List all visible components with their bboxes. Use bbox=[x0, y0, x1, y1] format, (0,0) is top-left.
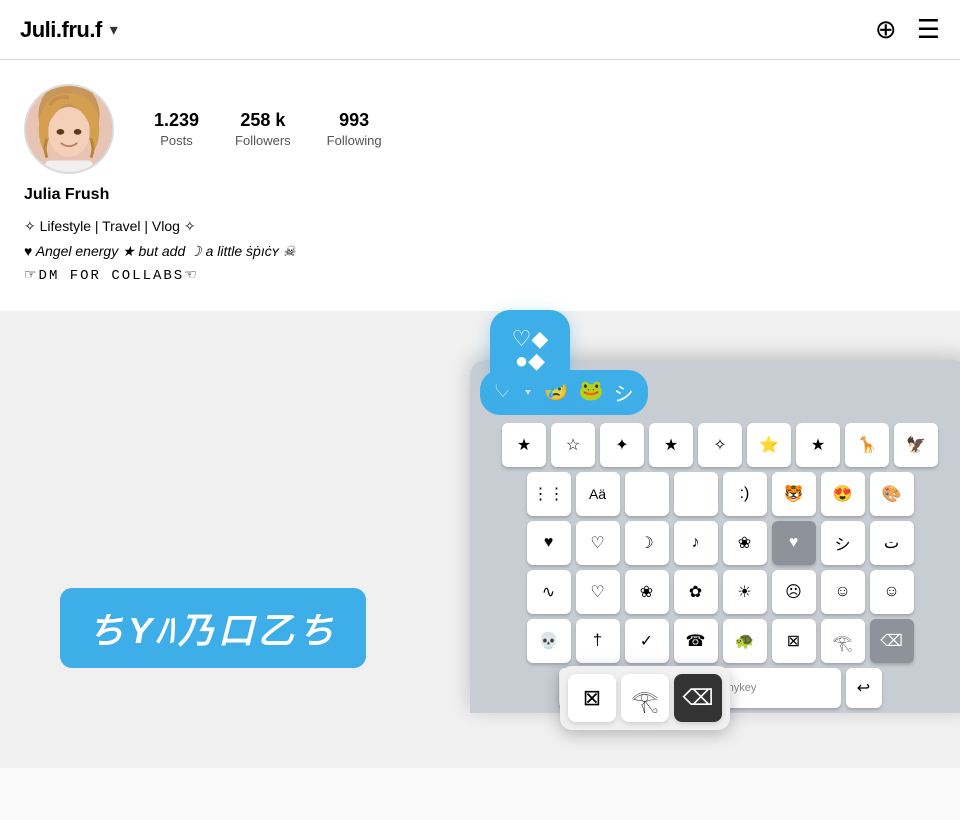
key-skull[interactable]: 💀 bbox=[527, 619, 571, 663]
key-empty2[interactable] bbox=[674, 472, 718, 516]
posts-count: 1.239 bbox=[154, 110, 199, 131]
bio-line-3: ☞DM FOR COLLABS☜ bbox=[24, 266, 936, 287]
key-heart2[interactable]: ♡ bbox=[576, 521, 620, 565]
keyboard-container: ♡ ♥ 😢 🐸 シ ★ ☆ ✦ ★ ✧ ⭐ ★ bbox=[410, 300, 960, 820]
key-flower[interactable]: ❀ bbox=[723, 521, 767, 565]
key-smile2[interactable]: ☺ bbox=[821, 570, 865, 614]
bio-line-2: ♥ Angel energy ★ but add ☽ a little ṡṗıċ… bbox=[24, 241, 936, 262]
topbar-left: Juli.fru.f ▾ bbox=[20, 17, 118, 43]
app-icon-symbols: ♡◆ ●◆ bbox=[512, 328, 549, 372]
key-smile3[interactable]: ☺ bbox=[870, 570, 914, 614]
app-icon[interactable]: ♡◆ ●◆ bbox=[490, 310, 570, 390]
key-palette[interactable]: 🎨 bbox=[870, 472, 914, 516]
key-box-x[interactable]: ⊠ bbox=[772, 619, 816, 663]
topbar-username[interactable]: Juli.fru.f bbox=[20, 17, 102, 43]
chevron-down-icon[interactable]: ▾ bbox=[110, 20, 118, 40]
avatar[interactable] bbox=[24, 84, 114, 174]
key-phone[interactable]: ☎ bbox=[674, 619, 718, 663]
key-star2[interactable]: ☆ bbox=[551, 423, 595, 467]
key-crescent[interactable]: ☽ bbox=[625, 521, 669, 565]
key-heart-filled[interactable]: ♥ bbox=[772, 521, 816, 565]
menu-icon[interactable]: ☰ bbox=[917, 14, 940, 45]
key-sad[interactable]: ☹ bbox=[772, 570, 816, 614]
key-giraffe[interactable]: 🦒 bbox=[845, 423, 889, 467]
following-stat[interactable]: 993 Following bbox=[327, 110, 382, 148]
key-star5[interactable]: ✧ bbox=[698, 423, 742, 467]
symbols-banner[interactable]: ちYﾊ乃口乙ち bbox=[60, 588, 366, 668]
key-b3[interactable]: ↩ bbox=[846, 668, 882, 708]
keyboard-body: ♡ ♥ 😢 🐸 シ ★ ☆ ✦ ★ ✧ ⭐ ★ bbox=[470, 360, 960, 713]
key-smile[interactable]: :) bbox=[723, 472, 767, 516]
key-heart1[interactable]: ♥ bbox=[527, 521, 571, 565]
key-empty1[interactable] bbox=[625, 472, 669, 516]
key-star6[interactable]: ⭐ bbox=[747, 423, 791, 467]
emoji-chip-4[interactable]: 🐸 bbox=[579, 378, 604, 407]
popup-emoji-bar: ⊠ 𓂀 ⌫ bbox=[560, 666, 730, 730]
popup-key-x[interactable]: ⊠ bbox=[568, 674, 616, 722]
key-heart-eyes[interactable]: 😍 bbox=[821, 472, 865, 516]
key-checkmark[interactable]: ✓ bbox=[625, 619, 669, 663]
following-count: 993 bbox=[339, 110, 369, 131]
key-bird[interactable]: 🦅 bbox=[894, 423, 938, 467]
popup-key-backspace[interactable]: ⌫ bbox=[674, 674, 722, 722]
key-tiger[interactable]: 🐯 bbox=[772, 472, 816, 516]
key-cross[interactable]: † bbox=[576, 619, 620, 663]
key-star3[interactable]: ✦ bbox=[600, 423, 644, 467]
posts-label: Posts bbox=[160, 133, 193, 148]
key-flower3[interactable]: ✿ bbox=[674, 570, 718, 614]
profile-card: 1.239 Posts 258 k Followers 993 Followin… bbox=[0, 60, 960, 311]
key-backspace[interactable]: ⌫ bbox=[870, 619, 914, 663]
key-font[interactable]: Aä bbox=[576, 472, 620, 516]
key-turtle[interactable]: 🐢 bbox=[723, 619, 767, 663]
key-arabic[interactable]: ت bbox=[870, 521, 914, 565]
key-sun[interactable]: ☀ bbox=[723, 570, 767, 614]
profile-top: 1.239 Posts 258 k Followers 993 Followin… bbox=[24, 84, 936, 174]
profile-section: 1.239 Posts 258 k Followers 993 Followin… bbox=[0, 60, 960, 311]
keyboard-row-4: ∿ ♡ ❀ ✿ ☀ ☹ ☺ ☺ bbox=[480, 570, 960, 614]
key-share[interactable]: ⋮⋮ bbox=[527, 472, 571, 516]
key-flower2[interactable]: ❀ bbox=[625, 570, 669, 614]
key-heart3[interactable]: ♡ bbox=[576, 570, 620, 614]
keyboard-row-1: ★ ☆ ✦ ★ ✧ ⭐ ★ 🦒 🦅 bbox=[480, 423, 960, 467]
symbols-banner-text: ちYﾊ乃口乙ち bbox=[88, 602, 338, 654]
posts-stat[interactable]: 1.239 Posts bbox=[154, 110, 199, 148]
popup-key-eye[interactable]: 𓂀 bbox=[621, 674, 669, 722]
add-post-icon[interactable]: ⊕ bbox=[875, 14, 897, 45]
topbar-right: ⊕ ☰ bbox=[875, 14, 940, 45]
followers-stat[interactable]: 258 k Followers bbox=[235, 110, 291, 148]
profile-stats: 1.239 Posts 258 k Followers 993 Followin… bbox=[154, 110, 382, 148]
profile-name: Julia Frush bbox=[24, 186, 936, 204]
followers-count: 258 k bbox=[240, 110, 285, 131]
emoji-chip-5[interactable]: シ bbox=[614, 378, 634, 407]
following-label: Following bbox=[327, 133, 382, 148]
key-music[interactable]: ♪ bbox=[674, 521, 718, 565]
key-swirl[interactable]: ∿ bbox=[527, 570, 571, 614]
bio-line-1: ✧ Lifestyle | Travel | Vlog ✧ bbox=[24, 216, 936, 237]
content-area: 1.239 Posts 258 k Followers 993 Followin… bbox=[0, 60, 960, 768]
app-container: Juli.fru.f ▾ ⊕ ☰ bbox=[0, 0, 960, 768]
key-eye[interactable]: 𓂀 bbox=[821, 619, 865, 663]
keyboard-row-5: 💀 † ✓ ☎ 🐢 ⊠ 𓂀 ⌫ bbox=[480, 619, 960, 663]
key-star7[interactable]: ★ bbox=[796, 423, 840, 467]
key-star4[interactable]: ★ bbox=[649, 423, 693, 467]
app-preview-area: ちYﾊ乃口乙ち ♡ ♥ 😢 🐸 シ ★ bbox=[0, 300, 960, 768]
topbar: Juli.fru.f ▾ ⊕ ☰ bbox=[0, 0, 960, 60]
followers-label: Followers bbox=[235, 133, 291, 148]
avatar-image bbox=[26, 86, 112, 172]
profile-bio: ✧ Lifestyle | Travel | Vlog ✧ ♥ Angel en… bbox=[24, 216, 936, 291]
keyboard-row-3: ♥ ♡ ☽ ♪ ❀ ♥ シ ت bbox=[480, 521, 960, 565]
key-star1[interactable]: ★ bbox=[502, 423, 546, 467]
keyboard-row-2: ⋮⋮ Aä :) 🐯 😍 🎨 bbox=[480, 472, 960, 516]
key-wave[interactable]: シ bbox=[821, 521, 865, 565]
